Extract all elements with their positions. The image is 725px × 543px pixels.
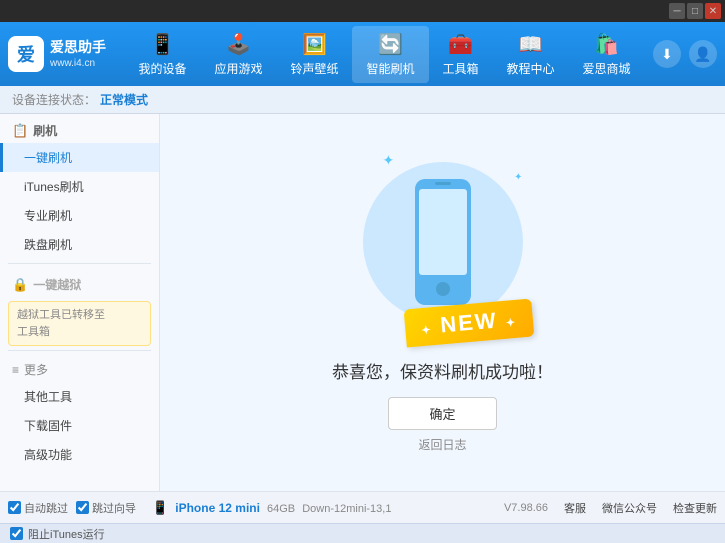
nav-item-tutorial-label: 教程中心: [507, 60, 555, 77]
nav-item-mall-label: 爱思商城: [583, 60, 631, 77]
user-button[interactable]: 👤: [689, 40, 717, 68]
mall-icon: 🛍️: [594, 32, 619, 57]
ringtone-icon: 🖼️: [302, 32, 327, 57]
download-firmware-label: 下载固件: [24, 419, 72, 433]
more-section-icon: ≡: [12, 363, 19, 377]
nav-item-smart-flash-label: 智能刷机: [366, 60, 414, 77]
minimize-button[interactable]: ─: [669, 3, 685, 19]
sidebar: 📋 刷机 一键刷机 iTunes刷机 专业刷机 跌盘刷机 🔒 一键越狱 越狱工具…: [0, 114, 160, 491]
status-bar: 设备连接状态： 正常模式: [0, 86, 725, 114]
check-update-link[interactable]: 检查更新: [673, 500, 717, 516]
nav-bar: 爱 爱思助手 www.i4.cn 📱 我的设备 🕹️ 应用游戏 🖼️ 铃声壁纸 …: [0, 22, 725, 86]
jailbreak-label: 一键越狱: [33, 276, 81, 293]
dual-flash-label: 跌盘刷机: [24, 238, 72, 252]
smart-flash-icon: 🔄: [378, 32, 403, 57]
brand-name: 爱思助手: [50, 38, 106, 56]
nav-item-my-device[interactable]: 📱 我的设备: [124, 26, 200, 83]
success-illustration: ✦ ✦ ✦ NEW ✦ 恭喜您，保资料刷机成功啦！ 确定 返回日志: [332, 152, 553, 453]
jailbreak-section-title: 🔒 一键越狱: [0, 268, 159, 297]
flash-section-icon: 📋: [12, 123, 28, 139]
cancel-link[interactable]: 返回日志: [418, 436, 466, 453]
more-section-title: ≡ 更多: [0, 355, 159, 382]
auto-skip-label: 自动跳过: [24, 500, 68, 516]
status-value: 正常模式: [100, 91, 148, 108]
nav-logo: 爱 爱思助手 www.i4.cn: [8, 36, 106, 72]
app-game-icon: 🕹️: [226, 32, 251, 57]
more-section-label: 更多: [24, 361, 48, 378]
other-tools-label: 其他工具: [24, 390, 72, 404]
bottom-left: 自动跳过 跳过向导 📱 iPhone 12 mini 64GB Down-12m…: [8, 500, 504, 516]
brand-url: www.i4.cn: [50, 57, 106, 70]
success-text: 恭喜您，保资料刷机成功啦！: [332, 358, 553, 383]
jailbreak-warning: 越狱工具已转移至工具箱: [8, 301, 151, 346]
nav-right: ⬇ 👤: [653, 40, 717, 68]
device-version: Down-12mini-13,1: [302, 503, 391, 515]
nav-item-tutorial[interactable]: 📖 教程中心: [493, 26, 569, 83]
phone-circle: ✦ ✦: [363, 162, 523, 322]
jailbreak-warning-text: 越狱工具已转移至工具箱: [17, 309, 105, 338]
my-device-icon: 📱: [150, 32, 175, 57]
block-itunes-checkbox[interactable]: [10, 527, 23, 540]
bottom-right: V7.98.66 客服 微信公众号 检查更新: [504, 500, 717, 516]
advanced-label: 高级功能: [24, 448, 72, 462]
logo-icon: 爱: [8, 36, 44, 72]
restore-button[interactable]: □: [687, 3, 703, 19]
wechat-link[interactable]: 微信公众号: [602, 500, 657, 516]
nav-item-ringtone-label: 铃声壁纸: [290, 60, 338, 77]
nav-item-toolbox-label: 工具箱: [443, 60, 479, 77]
content-area: ✦ ✦ ✦ NEW ✦ 恭喜您，保资料刷机成功啦！ 确定 返回日志: [160, 114, 725, 491]
confirm-button[interactable]: 确定: [388, 397, 496, 430]
sidebar-item-one-key-flash[interactable]: 一键刷机: [0, 143, 159, 172]
device-name: iPhone 12 mini: [175, 501, 260, 515]
itunes-status-bar: 阻止iTunes运行: [0, 523, 725, 543]
sidebar-divider-2: [8, 350, 151, 351]
nav-item-smart-flash[interactable]: 🔄 智能刷机: [352, 26, 428, 83]
sparkle-2: ✦: [514, 172, 522, 183]
status-label: 设备连接状态：: [12, 91, 96, 108]
skip-wizard-checkbox[interactable]: [76, 501, 89, 514]
nav-item-ringtone[interactable]: 🖼️ 铃声壁纸: [276, 26, 352, 83]
version-text: V7.98.66: [504, 502, 548, 514]
device-info-block: 📱 iPhone 12 mini 64GB Down-12mini-13,1: [152, 500, 391, 516]
nav-item-app-game-label: 应用游戏: [214, 60, 262, 77]
main-layout: 📋 刷机 一键刷机 iTunes刷机 专业刷机 跌盘刷机 🔒 一键越狱 越狱工具…: [0, 114, 725, 491]
sidebar-item-pro-flash[interactable]: 专业刷机: [0, 201, 159, 230]
phone-svg: [407, 177, 479, 307]
bottom-bar: 自动跳过 跳过向导 📱 iPhone 12 mini 64GB Down-12m…: [0, 491, 725, 523]
skip-wizard-label: 跳过向导: [92, 500, 136, 516]
phone-container: ✦ ✦ ✦ NEW ✦: [363, 152, 523, 342]
itunes-flash-label: iTunes刷机: [24, 180, 84, 194]
one-key-flash-label: 一键刷机: [24, 151, 72, 165]
logo-text: 爱思助手 www.i4.cn: [50, 38, 106, 69]
auto-skip-checkbox[interactable]: [8, 501, 21, 514]
block-itunes-text: 阻止iTunes运行: [28, 526, 105, 542]
sidebar-item-advanced[interactable]: 高级功能: [0, 440, 159, 469]
sidebar-item-download-firmware[interactable]: 下载固件: [0, 411, 159, 440]
tutorial-icon: 📖: [518, 32, 543, 57]
nav-items: 📱 我的设备 🕹️ 应用游戏 🖼️ 铃声壁纸 🔄 智能刷机 🧰 工具箱 📖 教程…: [116, 26, 653, 83]
sidebar-item-itunes-flash[interactable]: iTunes刷机: [0, 172, 159, 201]
flash-section-label: 刷机: [33, 122, 57, 139]
pro-flash-label: 专业刷机: [24, 209, 72, 223]
sidebar-divider-1: [8, 263, 151, 264]
nav-item-mall[interactable]: 🛍️ 爱思商城: [569, 26, 645, 83]
checkbox-skip-wizard[interactable]: 跳过向导: [76, 500, 136, 516]
close-button[interactable]: ✕: [705, 3, 721, 19]
checkbox-auto-skip[interactable]: 自动跳过: [8, 500, 68, 516]
title-bar: ─ □ ✕: [0, 0, 725, 22]
flash-section-title: 📋 刷机: [0, 114, 159, 143]
device-capacity: 64GB: [267, 503, 295, 515]
nav-item-my-device-label: 我的设备: [138, 60, 186, 77]
sparkle-1: ✦: [383, 152, 395, 169]
customer-service-link[interactable]: 客服: [564, 500, 586, 516]
toolbox-icon: 🧰: [448, 32, 473, 57]
sidebar-item-other-tools[interactable]: 其他工具: [0, 382, 159, 411]
sidebar-item-dual-flash[interactable]: 跌盘刷机: [0, 230, 159, 259]
download-button[interactable]: ⬇: [653, 40, 681, 68]
nav-item-toolbox[interactable]: 🧰 工具箱: [429, 26, 493, 83]
nav-item-app-game[interactable]: 🕹️ 应用游戏: [200, 26, 276, 83]
